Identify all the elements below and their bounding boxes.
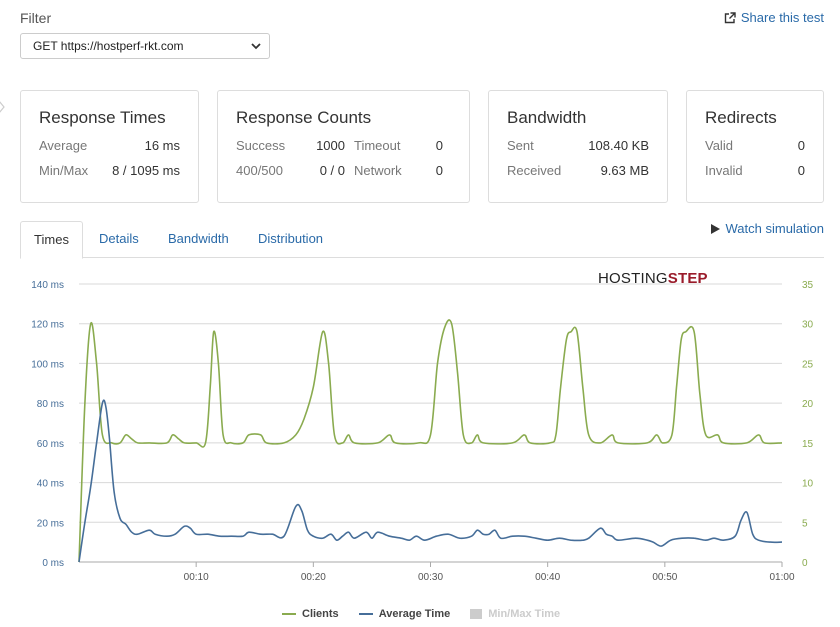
average-value: 16 ms bbox=[144, 138, 180, 153]
sent-value: 108.40 KB bbox=[588, 138, 649, 153]
valid-value: 0 bbox=[797, 138, 805, 153]
network-label: Network bbox=[354, 163, 402, 178]
y-right-tick-label: 0 bbox=[802, 558, 808, 569]
valid-label: Valid bbox=[705, 138, 733, 153]
success-value: 1000 bbox=[316, 138, 345, 153]
filter-label: Filter bbox=[20, 10, 52, 26]
y-right-tick-label: 5 bbox=[802, 518, 808, 529]
x-tick-label: 00:40 bbox=[535, 572, 560, 583]
request-filter-select[interactable]: GET https://hostperf-rkt.com bbox=[20, 33, 270, 59]
card-title: Redirects bbox=[705, 108, 777, 127]
timeout-value: 0 bbox=[435, 138, 443, 153]
y-left-tick-label: 100 ms bbox=[31, 359, 64, 370]
share-link-label: Share this test bbox=[740, 10, 824, 25]
success-label: Success bbox=[236, 138, 286, 153]
tab-bandwidth[interactable]: Bandwidth bbox=[168, 221, 229, 258]
error-label: 400/500 bbox=[236, 163, 283, 178]
minmax-label: Min/Max bbox=[39, 163, 89, 178]
y-right-tick-label: 15 bbox=[802, 439, 814, 450]
tab-times[interactable]: Times bbox=[20, 221, 83, 259]
watch-simulation-link[interactable]: Watch simulation bbox=[710, 221, 825, 236]
legend-minmax-time[interactable]: Min/Max Time bbox=[470, 608, 560, 620]
y-right-tick-label: 25 bbox=[802, 359, 814, 370]
y-left-tick-label: 140 ms bbox=[31, 280, 64, 291]
invalid-label: Invalid bbox=[705, 163, 743, 178]
legend-minmax-label: Min/Max Time bbox=[488, 608, 561, 620]
y-left-tick-label: 20 ms bbox=[37, 518, 64, 529]
y-right-tick-label: 30 bbox=[802, 320, 814, 331]
x-tick-label: 00:10 bbox=[184, 572, 209, 583]
share-icon bbox=[724, 11, 736, 23]
minmax-value: 8 / 1095 ms bbox=[112, 163, 180, 178]
y-right-tick-label: 35 bbox=[802, 280, 814, 291]
invalid-value: 0 bbox=[797, 163, 805, 178]
play-icon bbox=[710, 223, 720, 234]
card-title: Response Counts bbox=[236, 108, 372, 127]
redirects-card: Redirects Valid 0 Invalid 0 bbox=[686, 90, 824, 203]
y-right-tick-label: 20 bbox=[802, 399, 814, 410]
error-value: 0 / 0 bbox=[319, 163, 345, 178]
response-time-chart: 0 ms 0 20 ms 5 40 ms 10 60 ms 15 80 ms 20 100 ms 25… bbox=[31, 280, 814, 583]
filter-select-value: GET https://hostperf-rkt.com bbox=[33, 39, 184, 53]
y-left-tick-label: 40 ms bbox=[37, 479, 64, 490]
legend-clients[interactable]: Clients bbox=[282, 608, 339, 620]
chevron-right-icon[interactable] bbox=[0, 100, 6, 114]
legend-clients-label: Clients bbox=[302, 608, 339, 620]
chart-tabs: Times Details Bandwidth Distribution bbox=[20, 221, 824, 259]
response-times-card: Response Times Average 16 ms Min/Max 8 /… bbox=[20, 90, 199, 203]
tab-details[interactable]: Details bbox=[99, 221, 139, 258]
y-left-tick-label: 60 ms bbox=[37, 439, 64, 450]
sent-label: Sent bbox=[507, 138, 534, 153]
y-left-tick-label: 120 ms bbox=[31, 320, 64, 331]
share-link[interactable]: Share this test bbox=[724, 10, 824, 25]
card-title: Response Times bbox=[39, 108, 166, 127]
average-label: Average bbox=[39, 138, 88, 153]
received-label: Received bbox=[507, 163, 562, 178]
legend-clients-swatch bbox=[282, 613, 296, 615]
watch-simulation-label: Watch simulation bbox=[725, 221, 825, 236]
bandwidth-card: Bandwidth Sent 108.40 KB Received 9.63 M… bbox=[488, 90, 668, 203]
legend-average-label: Average Time bbox=[378, 608, 451, 620]
x-tick-label: 00:30 bbox=[418, 572, 443, 583]
card-title: Bandwidth bbox=[507, 108, 587, 127]
response-counts-card: Response Counts Success 1000 Timeout 0 4… bbox=[217, 90, 470, 203]
x-tick-label: 01:00 bbox=[769, 572, 794, 583]
legend-average-swatch bbox=[358, 613, 373, 615]
tab-distribution[interactable]: Distribution bbox=[258, 221, 323, 258]
y-left-tick-label: 80 ms bbox=[37, 399, 64, 410]
network-value: 0 bbox=[435, 163, 443, 178]
chart-legend: Clients Average Time Min/Max Time bbox=[282, 608, 560, 620]
x-tick-label: 00:50 bbox=[652, 572, 677, 583]
series-line-average-time bbox=[78, 399, 783, 563]
y-left-tick-label: 0 ms bbox=[42, 558, 64, 569]
timeout-label: Timeout bbox=[354, 138, 401, 153]
legend-average-time[interactable]: Average Time bbox=[358, 608, 451, 620]
y-right-tick-label: 10 bbox=[802, 479, 814, 490]
chevron-down-icon bbox=[251, 43, 261, 50]
received-value: 9.63 MB bbox=[600, 163, 649, 178]
legend-minmax-swatch bbox=[470, 609, 483, 619]
x-tick-label: 00:20 bbox=[301, 572, 326, 583]
